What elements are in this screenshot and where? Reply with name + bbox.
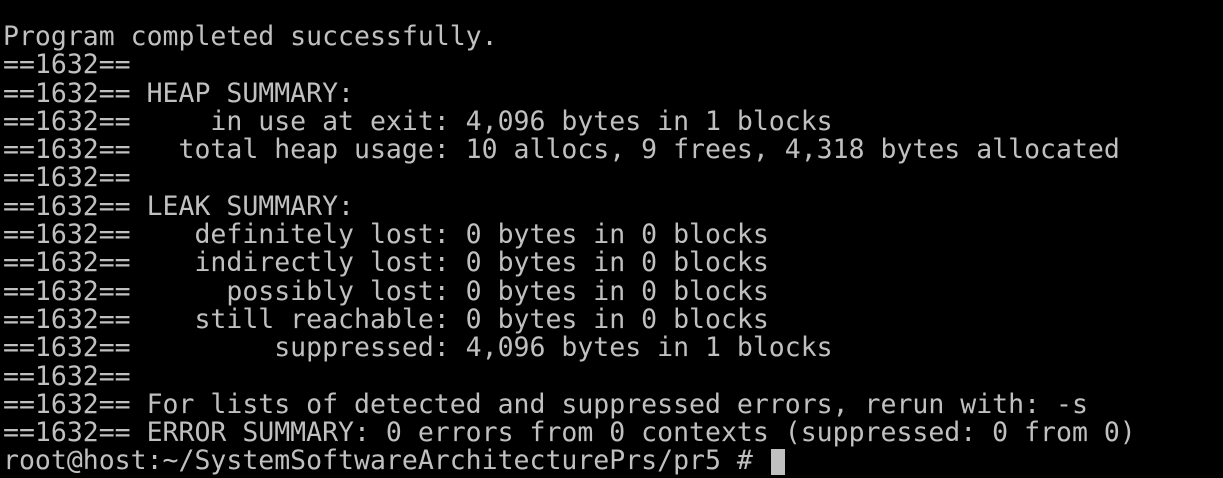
output-line: ==1632== [3, 49, 131, 81]
output-line: ==1632== [3, 162, 131, 194]
output-line: ==1632== still reachable: 0 bytes in 0 b… [3, 303, 769, 335]
shell-prompt: root@host:~/SystemSoftwareArchitecturePr… [3, 445, 769, 477]
output-line: Program completed successfully. [3, 21, 498, 52]
output-line: ==1632== For lists of detected and suppr… [3, 388, 1088, 420]
output-line: ==1632== suppressed: 4,096 bytes in 1 bl… [3, 332, 833, 364]
output-line: ==1632== indirectly lost: 0 bytes in 0 b… [3, 247, 769, 279]
output-line: ==1632== ERROR SUMMARY: 0 errors from 0 … [3, 417, 1136, 449]
output-line: ==1632== definitely lost: 0 bytes in 0 b… [3, 219, 769, 251]
command-prompt-line[interactable]: root@host:~/SystemSoftwareArchitecturePr… [3, 447, 1136, 475]
output-line: ==1632== possibly lost: 0 bytes in 0 blo… [3, 275, 769, 307]
terminal-output: Program completed successfully. ==1632==… [3, 21, 1136, 476]
output-line: ==1632== in use at exit: 4,096 bytes in … [3, 105, 833, 137]
output-line: ==1632== [3, 360, 131, 392]
output-line: ==1632== HEAP SUMMARY: [3, 77, 354, 109]
terminal-window[interactable]: Program completed successfully. ==1632==… [0, 0, 1223, 478]
output-line: ==1632== LEAK SUMMARY: [3, 190, 354, 222]
output-line: ==1632== total heap usage: 10 allocs, 9 … [3, 134, 1120, 166]
text-cursor [770, 448, 785, 475]
